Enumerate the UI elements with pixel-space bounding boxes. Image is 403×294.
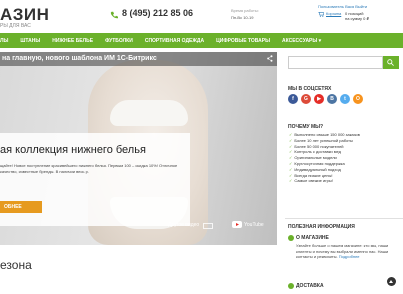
nav-item-sportswear[interactable]: СПОРТИВНАЯ ОДЕЖДА [139, 38, 210, 44]
odnoklassniki-icon[interactable]: О [353, 94, 363, 104]
delivery-link[interactable]: ДОСТАВКА [296, 283, 324, 289]
vk-icon[interactable]: В [327, 94, 337, 104]
social-links: f G ▶ В t О [288, 94, 363, 104]
why-us-item: Выполнено свыше 150 000 заказов [289, 132, 360, 138]
why-us-item: Более 10 лет успешной работы [289, 138, 360, 144]
nav-item-underwear[interactable]: НИЖНЕЕ БЕЛЬЕ [46, 38, 99, 44]
nav-item-partial[interactable]: ЛЫ [0, 38, 14, 44]
banner-overlay: ая коллекция нижнего белья щайте! Новое … [0, 133, 190, 226]
logo-tagline: РЫ ДЛЯ ВАС [0, 23, 31, 29]
sidebar-divider [285, 218, 403, 219]
facebook-icon[interactable]: f [288, 94, 298, 104]
cart-link[interactable]: Корзина [326, 11, 341, 16]
search-icon[interactable] [387, 59, 394, 66]
useful-info-title: ПОЛЕЗНАЯ ИНФОРМАЦИЯ [288, 224, 355, 230]
about-store-text: Узнайте больше о нашем магазине: кто мы,… [296, 243, 400, 260]
scroll-to-top-button[interactable] [387, 277, 396, 286]
cart-icon[interactable] [318, 12, 324, 17]
working-hours: Пн-Вс 10-19 [231, 15, 254, 20]
video-title-bar: на главную, нового шаблона ИМ 1С-Битрикс [0, 52, 277, 66]
why-us-title: ПОЧЕМУ МЫ? [288, 124, 324, 130]
search-input[interactable] [288, 56, 383, 69]
banner-more-button[interactable]: ОБНЕЕ [0, 201, 42, 213]
phone-number[interactable]: 8 (495) 212 85 06 [122, 8, 193, 18]
cart-sum: на сумму 0 ₽ [345, 16, 370, 21]
user-links[interactable]: Пользователь Вася Выйти [318, 4, 367, 9]
banner-model-bra [110, 100, 188, 126]
nav-item-accessories[interactable]: АКСЕССУАРЫ ▾ [276, 38, 327, 44]
about-icon [288, 235, 294, 241]
youtube-icon[interactable]: ▶ [314, 94, 324, 104]
nav-item-pants[interactable]: ШТАНЫ [14, 38, 46, 44]
phone-icon [110, 11, 118, 19]
why-us-list: Выполнено свыше 150 000 заказов Более 10… [289, 132, 360, 184]
googleplus-icon[interactable]: G [301, 94, 311, 104]
youtube-logo-icon[interactable] [232, 221, 242, 228]
video-thumbnail-icon[interactable] [203, 223, 213, 229]
share-icon[interactable] [267, 55, 273, 62]
video-title[interactable]: на главную, нового шаблона ИМ 1С-Битрикс [2, 55, 157, 62]
social-title: МЫ В СОЦСЕТЯХ [288, 86, 332, 92]
nav-item-digital[interactable]: ЦИФРОВЫЕ ТОВАРЫ [210, 38, 276, 44]
promo-banner-video[interactable]: на главную, нового шаблона ИМ 1С-Битрикс… [0, 52, 277, 245]
delivery-icon [288, 283, 294, 289]
twitter-icon[interactable]: t [340, 94, 350, 104]
banner-text: щайте! Новое поступление красивейшего ни… [0, 163, 178, 174]
banner-heading: ая коллекция нижнего белья [0, 144, 146, 156]
why-us-item: Самые свежие игры! [289, 178, 360, 184]
about-more-link[interactable]: Подробнее [339, 254, 360, 259]
nav-item-tshirts[interactable]: ФУТБОЛКИ [99, 38, 139, 44]
more-videos-label[interactable]: Другое видео [168, 222, 199, 228]
site-logo[interactable]: АЗИН [0, 5, 49, 25]
main-nav: ЛЫ ШТАНЫ НИЖНЕЕ БЕЛЬЕ ФУТБОЛКИ СПОРТИВНА… [0, 33, 403, 48]
about-store-link[interactable]: О МАГАЗИНЕ [296, 235, 329, 241]
section-title: езона [0, 258, 32, 272]
hours-label: Время работы: [231, 8, 259, 13]
youtube-label[interactable]: YouTube [244, 222, 264, 228]
